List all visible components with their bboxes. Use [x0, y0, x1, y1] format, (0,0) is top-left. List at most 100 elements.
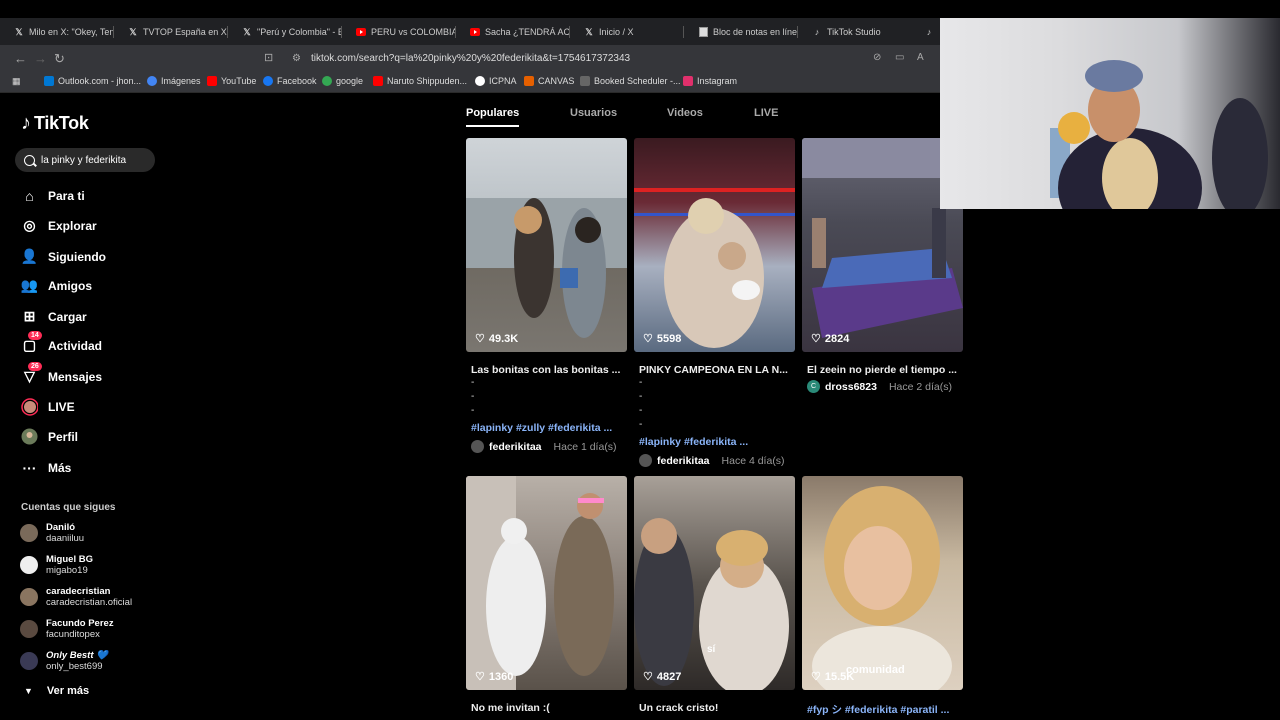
x-icon: 𝕏 — [15, 26, 23, 37]
video-thumbnail[interactable]: ♡ 49.3K — [466, 138, 627, 352]
nav-live[interactable]: LIVE — [21, 397, 75, 416]
video-caption[interactable]: PINKY CAMPEONA EN LA N... — [639, 364, 795, 376]
browser-tab[interactable]: 𝕏 TVTOP España en X: " — [128, 22, 228, 42]
video-card[interactable]: comunidad ♡ 15.5K #fyp シ #federikita #par… — [802, 476, 963, 717]
avatar: C — [807, 380, 820, 393]
reload-icon[interactable]: ↻ — [54, 51, 65, 67]
browser-tab[interactable]: PERU vs COLOMBIA in — [356, 22, 456, 42]
compass-icon: ◎ — [23, 217, 36, 233]
forward-icon[interactable]: → — [34, 51, 47, 66]
following-account[interactable]: Facundo Perez facunditopex — [20, 618, 114, 640]
caption-line: - — [471, 405, 475, 416]
apps-icon[interactable]: ▦ — [12, 76, 21, 87]
bookmarks-bar: ▦ Outlook.com - jhon... Imágenes YouTube… — [0, 71, 940, 93]
heart-icon: ♡ — [811, 333, 821, 345]
nav-cargar[interactable]: ⊞ Cargar — [21, 308, 87, 325]
browser-tab[interactable]: Bloc de notas en líne — [698, 22, 798, 42]
bookmark-item[interactable]: Naruto Shippuden... — [373, 76, 467, 86]
heart-icon: ♡ — [475, 671, 485, 683]
browser-tab[interactable]: 𝕏 Milo en X: "Okey, Teng — [14, 22, 114, 42]
following-section-title: Cuentas que sigues — [21, 502, 116, 513]
see-more-button[interactable]: ▼ Ver más — [24, 685, 89, 697]
avatar — [20, 588, 38, 606]
youtube-icon — [373, 76, 383, 86]
bookmark-item[interactable]: Instagram — [683, 76, 737, 86]
site-settings-icon[interactable]: ⚙ — [292, 53, 301, 64]
tab-videos[interactable]: Videos — [667, 107, 703, 119]
avatar — [639, 454, 652, 467]
video-thumbnail[interactable]: sí ♡ 4827 — [634, 476, 795, 690]
following-account[interactable]: Daniló daaniiluu — [20, 522, 84, 544]
no-eyes-icon[interactable]: ⊘ — [873, 52, 881, 63]
browser-tab[interactable]: 𝕏 "Perú y Colombia" - B — [242, 22, 342, 42]
nav-siguiendo[interactable]: 👤 Siguiendo — [21, 248, 106, 265]
nav-amigos[interactable]: 👥 Amigos — [21, 277, 92, 294]
following-account[interactable]: caradecristian caradecristian.oficial — [20, 586, 132, 608]
video-hashtags[interactable]: #lapinky #zully #federikita ... — [471, 422, 627, 434]
bookmark-item[interactable]: YouTube — [207, 76, 256, 86]
likes-count: ♡ 5598 — [643, 332, 682, 346]
video-thumbnail[interactable]: ♡ 1360 — [466, 476, 627, 690]
bookmark-item[interactable]: google — [322, 76, 363, 86]
video-author[interactable]: Cdross6823 Hace 2 día(s) — [807, 380, 963, 393]
nav-explorar[interactable]: ◎ Explorar — [21, 217, 96, 234]
notepad-icon — [698, 27, 708, 37]
instagram-icon — [683, 76, 693, 86]
browser-tab-strip: 𝕏 Milo en X: "Okey, Teng 𝕏 TVTOP España en… — [0, 18, 940, 45]
video-thumbnail[interactable]: ♡ 5598 — [634, 138, 795, 352]
following-account[interactable]: Only Bestt 💙 only_best699 — [20, 650, 108, 672]
translate-icon[interactable]: A — [917, 52, 924, 63]
browser-tab[interactable]: 𝕏 Inicio / X — [584, 22, 684, 42]
video-caption[interactable]: No me invitan :( — [471, 702, 627, 714]
likes-count: ♡ 2824 — [811, 332, 850, 346]
video-card[interactable]: ♡ 49.3K Las bonitas con las bonitas ... -… — [466, 138, 627, 453]
browser-tab[interactable]: Sacha ¿TENDRÁ AC — [470, 22, 570, 42]
video-card[interactable]: ♡ 1360 No me invitan :( — [466, 476, 627, 714]
video-card[interactable]: ♡ 2824 El zeein no pierde el tiempo ... C… — [802, 138, 963, 393]
video-caption[interactable]: #fyp シ #federikita #paratil ... — [807, 702, 963, 717]
tab-live[interactable]: LIVE — [754, 107, 778, 119]
url-field[interactable]: ⚙ tiktok.com/search?q=la%20pinky%20y%20f… — [282, 49, 902, 68]
video-card[interactable]: sí ♡ 4827 Un crack cristo! — [634, 476, 795, 714]
video-author[interactable]: federikitaa Hace 1 día(s) — [471, 440, 627, 453]
video-caption[interactable]: Un crack cristo! — [639, 702, 795, 714]
video-caption[interactable]: Las bonitas con las bonitas ... — [471, 364, 627, 376]
caption-line: - — [471, 391, 475, 402]
browser-tab[interactable]: ♪ TikTok Studio — [812, 22, 912, 42]
facebook-icon — [263, 76, 273, 86]
bookmark-icon[interactable]: ⊡ — [264, 51, 273, 64]
back-icon[interactable]: ← — [14, 51, 27, 66]
video-hashtags[interactable]: #lapinky #federikita ... — [639, 436, 795, 448]
video-caption[interactable]: El zeein no pierde el tiempo ... — [807, 364, 963, 376]
profile-icon — [21, 428, 38, 445]
bookmark-item[interactable]: Facebook — [263, 76, 317, 86]
bookmark-item[interactable]: CANVAS — [524, 76, 574, 86]
youtube-icon — [470, 27, 480, 37]
tab-populares[interactable]: Populares — [466, 107, 520, 127]
nav-actividad[interactable]: ▢ 14 Actividad — [21, 331, 102, 354]
bookmark-item[interactable]: Outlook.com - jhon... — [44, 76, 141, 86]
video-thumbnail[interactable]: ♡ 2824 — [802, 138, 963, 352]
browser-tab-active[interactable]: ♪ — [924, 22, 938, 42]
video-card[interactable]: ♡ 5598 PINKY CAMPEONA EN LA N... - - - - … — [634, 138, 795, 467]
nav-mas[interactable]: ··· Más — [21, 459, 72, 476]
nav-para-ti[interactable]: ⌂ Para ti — [21, 187, 84, 204]
video-thumbnail[interactable]: comunidad ♡ 15.5K — [802, 476, 963, 690]
notification-badge: 14 — [28, 331, 42, 340]
bookmark-item[interactable]: Imágenes — [147, 76, 201, 86]
nav-mensajes[interactable]: ▽ 26 Mensajes — [21, 362, 102, 385]
following-account[interactable]: Miguel BG migabo19 — [20, 554, 93, 576]
bookmark-item[interactable]: ICPNA — [475, 76, 517, 86]
cast-icon[interactable]: ▭ — [895, 52, 904, 63]
nav-perfil[interactable]: Perfil — [21, 428, 78, 445]
bookmark-item[interactable]: Booked Scheduler -... — [580, 76, 681, 86]
video-author[interactable]: federikitaa Hace 4 día(s) — [639, 454, 795, 467]
canvas-icon — [524, 76, 534, 86]
tiktok-icon: ♪ — [814, 27, 820, 37]
tiktok-logo[interactable]: ♪ TikTok — [21, 112, 89, 135]
likes-count: ♡ 49.3K — [475, 332, 519, 346]
tab-usuarios[interactable]: Usuarios — [570, 107, 617, 119]
heart-icon: ♡ — [811, 671, 821, 683]
search-input[interactable]: la pinky y federikita — [15, 148, 155, 172]
avatar — [471, 440, 484, 453]
